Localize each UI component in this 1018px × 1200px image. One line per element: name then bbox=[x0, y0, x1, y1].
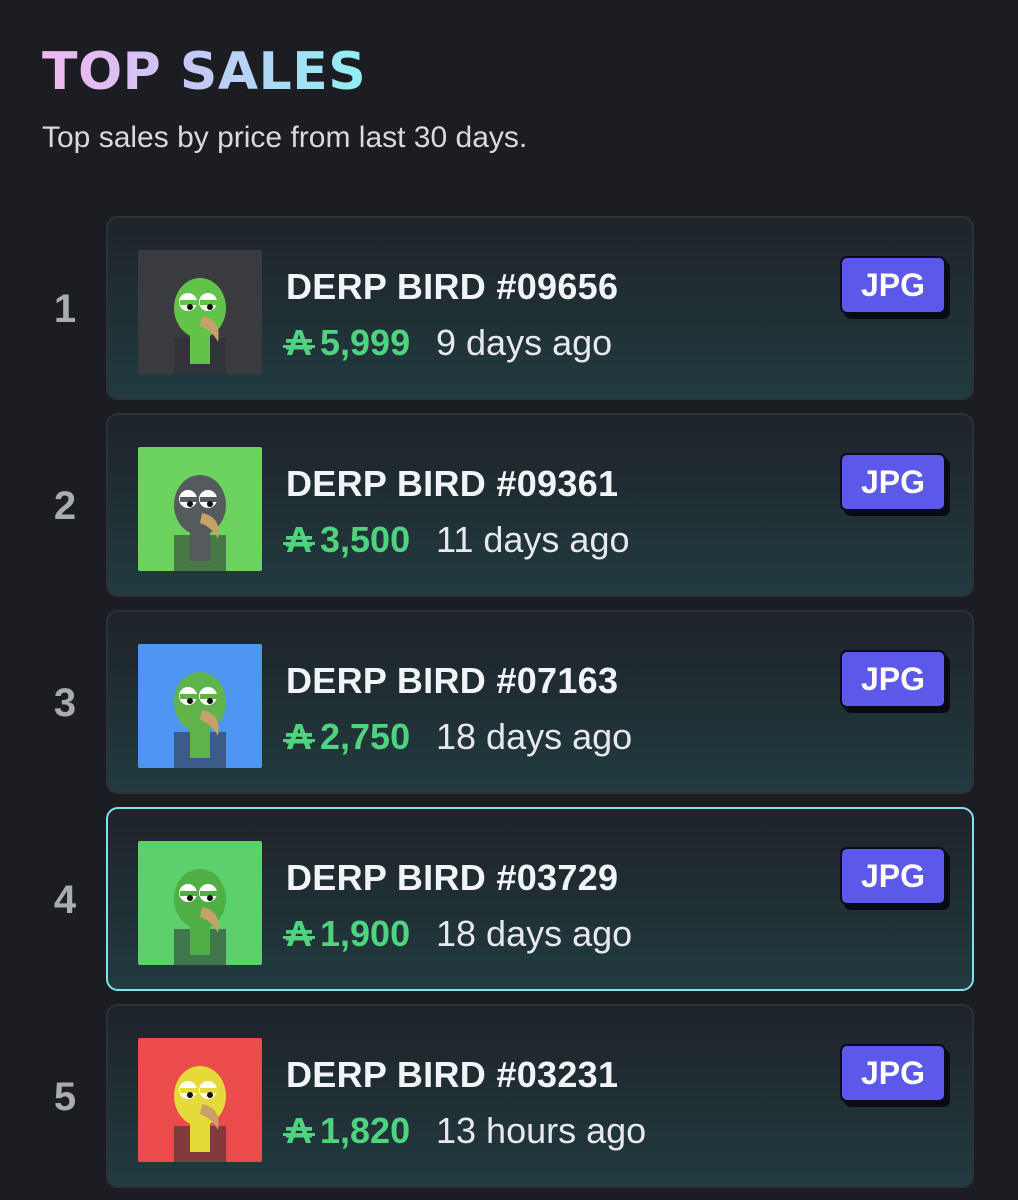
rank-number: 5 bbox=[53, 1074, 77, 1119]
nft-name[interactable]: DERP BIRD #03729 bbox=[286, 857, 618, 899]
sale-card[interactable]: DERP BIRD #09656 ₳ 5,999 9 days ago JPG bbox=[106, 216, 974, 400]
sale-time: 18 days ago bbox=[436, 913, 633, 954]
sale-row: 1 DERP BIRD #09656 ₳ 5,999 9 days ago JP… bbox=[0, 216, 1018, 402]
bird-avatar-icon bbox=[138, 1038, 262, 1162]
page-subtitle: Top sales by price from last 30 days. bbox=[42, 121, 528, 154]
page-title: TOP SALES bbox=[42, 42, 367, 102]
sale-card[interactable]: DERP BIRD #09361 ₳ 3,500 11 days ago JPG bbox=[106, 413, 974, 597]
sale-card[interactable]: DERP BIRD #03729 ₳ 1,900 18 days ago JPG bbox=[106, 807, 974, 991]
jpg-badge-button[interactable]: JPG bbox=[840, 650, 946, 708]
bird-avatar-icon bbox=[138, 250, 262, 374]
nft-thumbnail[interactable] bbox=[138, 841, 262, 965]
sale-price: ₳ 3,500 bbox=[283, 519, 411, 561]
jpg-badge-button[interactable]: JPG bbox=[840, 847, 946, 905]
rank-number: 4 bbox=[53, 877, 77, 922]
nft-name[interactable]: DERP BIRD #09656 bbox=[286, 266, 618, 308]
jpg-badge-button[interactable]: JPG bbox=[840, 256, 946, 314]
sale-row: 4 DERP BIRD #03729 ₳ 1,900 18 days ago J… bbox=[0, 807, 1018, 993]
sale-time: 13 hours ago bbox=[436, 1110, 647, 1151]
price-value: 1,900 bbox=[320, 913, 411, 954]
nft-thumbnail[interactable] bbox=[138, 447, 262, 571]
currency-icon: ₳ bbox=[283, 519, 315, 560]
sale-price: ₳ 5,999 bbox=[283, 322, 411, 364]
nft-thumbnail[interactable] bbox=[138, 644, 262, 768]
sale-row: 5 DERP BIRD #03231 ₳ 1,820 13 hours ago … bbox=[0, 1004, 1018, 1190]
sale-price: ₳ 2,750 bbox=[283, 716, 411, 758]
bird-avatar-icon bbox=[138, 447, 262, 571]
sale-time: 11 days ago bbox=[436, 519, 630, 560]
rank-number: 3 bbox=[53, 680, 77, 725]
sale-row: 2 DERP BIRD #09361 ₳ 3,500 11 days ago J… bbox=[0, 413, 1018, 599]
sale-card[interactable]: DERP BIRD #07163 ₳ 2,750 18 days ago JPG bbox=[106, 610, 974, 794]
currency-icon: ₳ bbox=[283, 322, 315, 363]
sale-time: 18 days ago bbox=[436, 716, 633, 757]
price-value: 2,750 bbox=[320, 716, 411, 757]
price-value: 5,999 bbox=[320, 322, 411, 363]
currency-icon: ₳ bbox=[283, 1110, 315, 1151]
nft-thumbnail[interactable] bbox=[138, 1038, 262, 1162]
bird-avatar-icon bbox=[138, 841, 262, 965]
sale-price: ₳ 1,900 bbox=[283, 913, 411, 955]
nft-name[interactable]: DERP BIRD #07163 bbox=[286, 660, 618, 702]
sale-time: 9 days ago bbox=[436, 322, 613, 363]
sale-card[interactable]: DERP BIRD #03231 ₳ 1,820 13 hours ago JP… bbox=[106, 1004, 974, 1188]
nft-thumbnail[interactable] bbox=[138, 250, 262, 374]
rank-number: 2 bbox=[53, 483, 77, 528]
currency-icon: ₳ bbox=[283, 913, 315, 954]
nft-name[interactable]: DERP BIRD #09361 bbox=[286, 463, 618, 505]
sale-price: ₳ 1,820 bbox=[283, 1110, 411, 1152]
currency-icon: ₳ bbox=[283, 716, 315, 757]
jpg-badge-button[interactable]: JPG bbox=[840, 453, 946, 511]
bird-avatar-icon bbox=[138, 644, 262, 768]
jpg-badge-button[interactable]: JPG bbox=[840, 1044, 946, 1102]
price-value: 3,500 bbox=[320, 519, 411, 560]
nft-name[interactable]: DERP BIRD #03231 bbox=[286, 1054, 618, 1096]
price-value: 1,820 bbox=[320, 1110, 411, 1151]
rank-number: 1 bbox=[53, 286, 77, 331]
sale-row: 3 DERP BIRD #07163 ₳ 2,750 18 days ago J… bbox=[0, 610, 1018, 796]
